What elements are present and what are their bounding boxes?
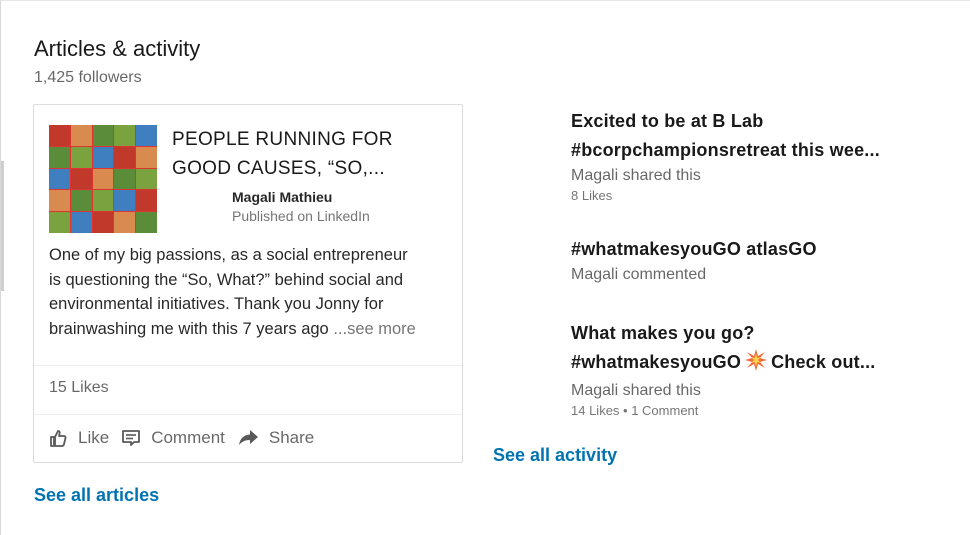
- activity-title[interactable]: #whatmakesyouGO atlasGO: [571, 235, 961, 264]
- social-actions-bar: Like Comment Share: [48, 428, 326, 448]
- activity-stats[interactable]: 14 Likes • 1 Comment: [571, 403, 961, 418]
- activity-meta: Magali shared this: [571, 167, 701, 184]
- activity-title-line-1: What makes you go?: [571, 323, 755, 343]
- divider: [34, 365, 462, 366]
- article-excerpt: One of my big passions, as a social entr…: [49, 243, 454, 341]
- like-label: Like: [78, 428, 110, 447]
- activity-item[interactable]: #whatmakesyouGO atlasGO Magali commented: [571, 235, 961, 284]
- thumbnail-tile: [136, 212, 157, 233]
- share-button[interactable]: Share: [237, 428, 314, 448]
- followers-count: 1,425 followers: [34, 69, 142, 86]
- thumbnail-tile: [136, 146, 157, 168]
- comment-icon: [122, 430, 141, 446]
- comment-button[interactable]: Comment: [121, 428, 225, 448]
- thumbnail-tile: [136, 190, 157, 212]
- like-button[interactable]: Like: [48, 428, 109, 448]
- thumbnail-tile: [136, 125, 157, 146]
- divider: [34, 414, 462, 415]
- article-title-line-2: GOOD CAUSES, “SO,...: [172, 158, 385, 179]
- see-all-articles-link[interactable]: See all articles: [34, 485, 159, 506]
- thumbnail-tile: [92, 146, 114, 168]
- share-label: Share: [268, 428, 315, 447]
- published-on: Published on LinkedIn: [232, 208, 370, 224]
- thumbnail-tile: [92, 125, 114, 146]
- thumbnail-tile: [70, 125, 92, 146]
- thumbnail-tile: [114, 146, 136, 168]
- share-arrow-icon: [238, 430, 258, 445]
- excerpt-line-3: environmental initiatives. Thank you Jon…: [49, 295, 384, 313]
- thumbs-up-icon: [50, 430, 67, 447]
- activity-item[interactable]: Excited to be at B Lab #bcorpchampionsre…: [571, 107, 961, 203]
- thumbnail-tile: [136, 168, 157, 190]
- thumbnail-tile: [70, 168, 92, 190]
- activity-stats[interactable]: 8 Likes: [571, 188, 961, 203]
- thumbnail-tile: [49, 190, 70, 212]
- comment-label: Comment: [151, 428, 225, 447]
- thumbnail-tile: [49, 212, 70, 233]
- article-title[interactable]: PEOPLE RUNNING FOR GOOD CAUSES, “SO,...: [172, 125, 442, 183]
- thumbnail-tile: [114, 190, 136, 212]
- articles-activity-section: Articles & activity 1,425 followers PEOP…: [0, 0, 970, 535]
- thumbnail-tile: [114, 212, 136, 233]
- section-title: Articles & activity: [34, 36, 201, 61]
- thumbnail-tile: [70, 212, 92, 233]
- activity-title[interactable]: Excited to be at B Lab #bcorpchampionsre…: [571, 107, 961, 165]
- thumbnail-tile: [49, 168, 70, 190]
- thumbnail-tile: [114, 125, 136, 146]
- excerpt-line-2: is questioning the “So, What?” behind so…: [49, 270, 404, 289]
- thumbnail-tile: [70, 146, 92, 168]
- activity-title-rest: Check out...: [771, 352, 876, 372]
- thumbnail-tile: [49, 125, 70, 146]
- excerpt-line-4: brainwashing me with this 7 years ago: [49, 319, 334, 338]
- activity-title-line-1: Excited to be at B Lab: [571, 111, 764, 131]
- thumbnail-tile: [92, 212, 114, 233]
- article-card[interactable]: PEOPLE RUNNING FOR GOOD CAUSES, “SO,... …: [33, 104, 463, 463]
- thumbnail-tile: [92, 168, 114, 190]
- thumbnail-tile: [114, 168, 136, 190]
- see-all-activity-link[interactable]: See all activity: [493, 445, 617, 466]
- collision-emoji-icon: [745, 349, 768, 380]
- activity-title-hashtag: #whatmakesyouGO: [571, 352, 742, 372]
- article-author[interactable]: Magali Mathieu: [232, 189, 332, 205]
- activity-item[interactable]: What makes you go? #whatmakesyouGO Check …: [571, 319, 961, 418]
- see-more-link[interactable]: ...see more: [333, 320, 416, 338]
- likes-count[interactable]: 15 Likes: [49, 379, 109, 397]
- thumbnail-tile: [92, 190, 114, 212]
- activity-title-line-2: #bcorpchampionsretreat this wee...: [571, 140, 880, 160]
- activity-title[interactable]: What makes you go? #whatmakesyouGO Check …: [571, 319, 961, 380]
- thumbnail-tile: [49, 146, 70, 168]
- activity-meta: Magali shared this: [571, 382, 701, 399]
- article-title-line-1: PEOPLE RUNNING FOR: [172, 129, 393, 150]
- thumbnail-tile: [70, 190, 92, 212]
- excerpt-line-1: One of my big passions, as a social entr…: [49, 246, 408, 264]
- left-edge-bar: [1, 161, 4, 291]
- article-thumbnail[interactable]: [49, 125, 157, 233]
- activity-meta: Magali commented: [571, 266, 707, 283]
